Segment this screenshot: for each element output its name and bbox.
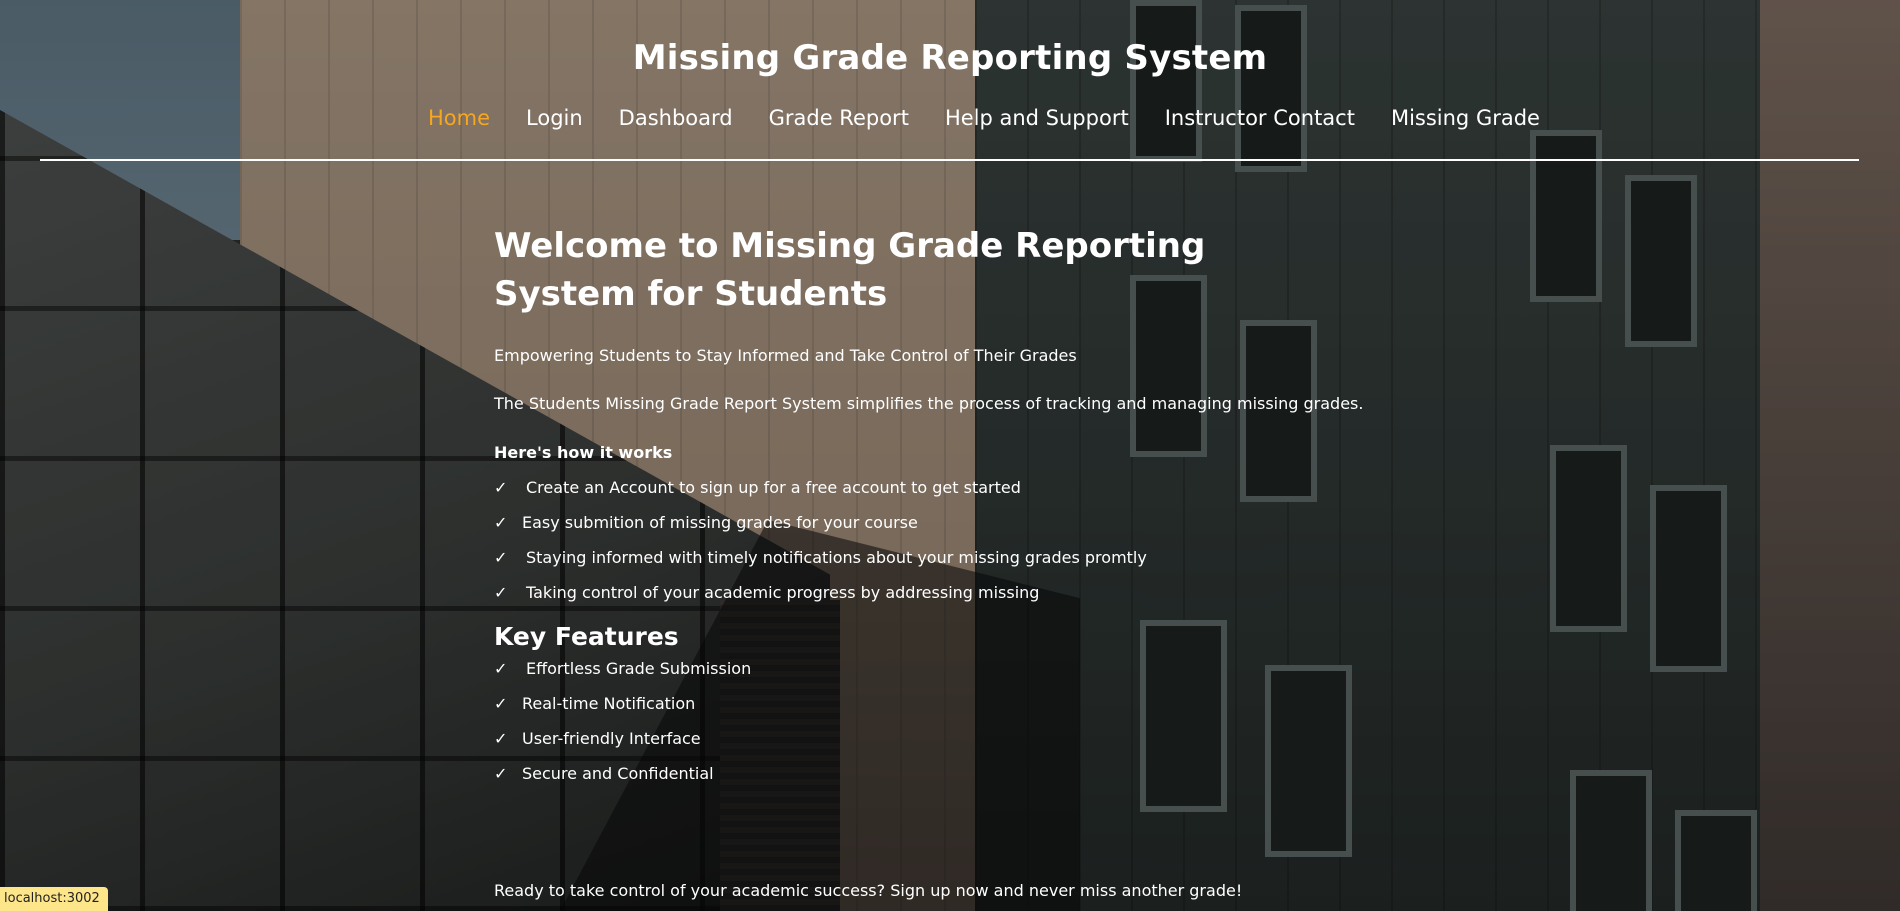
call-to-action: Ready to take control of your academic s… <box>494 881 1243 900</box>
list-item-text: Real-time Notification <box>522 694 696 713</box>
main-content: Welcome to Missing Grade Reporting Syste… <box>494 222 1394 791</box>
tagline: Empowering Students to Stay Informed and… <box>494 346 1077 365</box>
page: Missing Grade Reporting System Home Logi… <box>0 0 1900 911</box>
how-it-works-heading: Here's how it works <box>494 443 673 462</box>
list-item-text: Staying informed with timely notificatio… <box>526 548 1147 567</box>
how-it-works-list: ✓ Create an Account to sign up for a free… <box>494 470 1394 610</box>
list-item: ✓ Staying informed with timely notificati… <box>494 540 1394 575</box>
list-item-text: Secure and Confidential <box>522 764 714 783</box>
list-item: ✓ User-friendly Interface <box>494 721 1394 756</box>
site-title: Missing Grade Reporting System <box>632 38 1268 78</box>
list-item: ✓ Taking control of your academic progres… <box>494 575 1394 610</box>
status-bar-url: localhost:3002 <box>0 887 108 911</box>
nav-login-link[interactable]: Login <box>526 106 583 130</box>
nav-instructor-contact-link[interactable]: Instructor Contact <box>1165 106 1355 130</box>
check-icon: ✓ <box>494 659 508 678</box>
list-item-text: Taking control of your academic progress… <box>526 583 1040 602</box>
list-item: ✓ Real-time Notification <box>494 686 1394 721</box>
check-icon: ✓ <box>494 583 508 602</box>
list-item-text: Easy submition of missing grades for you… <box>522 513 918 532</box>
check-icon: ✓ <box>494 764 508 783</box>
list-item: ✓ Create an Account to sign up for a free… <box>494 470 1394 505</box>
list-item: ✓ Secure and Confidential <box>494 756 1394 791</box>
nav-home-link[interactable]: Home <box>428 106 490 130</box>
list-item-text: User-friendly Interface <box>522 729 701 748</box>
list-item: ✓ Easy submition of missing grades for yo… <box>494 505 1394 540</box>
nav-dashboard-link[interactable]: Dashboard <box>619 106 733 130</box>
list-item-text: Effortless Grade Submission <box>526 659 752 678</box>
welcome-heading: Welcome to Missing Grade Reporting Syste… <box>494 226 1206 314</box>
nav-help-support-link[interactable]: Help and Support <box>945 106 1129 130</box>
list-item-text: Create an Account to sign up for a free … <box>526 478 1021 497</box>
check-icon: ✓ <box>494 548 508 567</box>
nav-grade-report-link[interactable]: Grade Report <box>769 106 909 130</box>
list-item: ✓ Effortless Grade Submission <box>494 651 1394 686</box>
check-icon: ✓ <box>494 513 508 532</box>
check-icon: ✓ <box>494 694 508 713</box>
check-icon: ✓ <box>494 478 508 497</box>
main-nav: Home Login Dashboard Grade Report Help a… <box>428 106 1576 130</box>
description: The Students Missing Grade Report System… <box>494 394 1364 413</box>
check-icon: ✓ <box>494 729 508 748</box>
key-features-list: ✓ Effortless Grade Submission ✓ Real-time … <box>494 651 1394 791</box>
nav-missing-grade-link[interactable]: Missing Grade <box>1391 106 1540 130</box>
key-features-heading: Key Features <box>494 622 679 651</box>
nav-divider <box>40 159 1859 161</box>
